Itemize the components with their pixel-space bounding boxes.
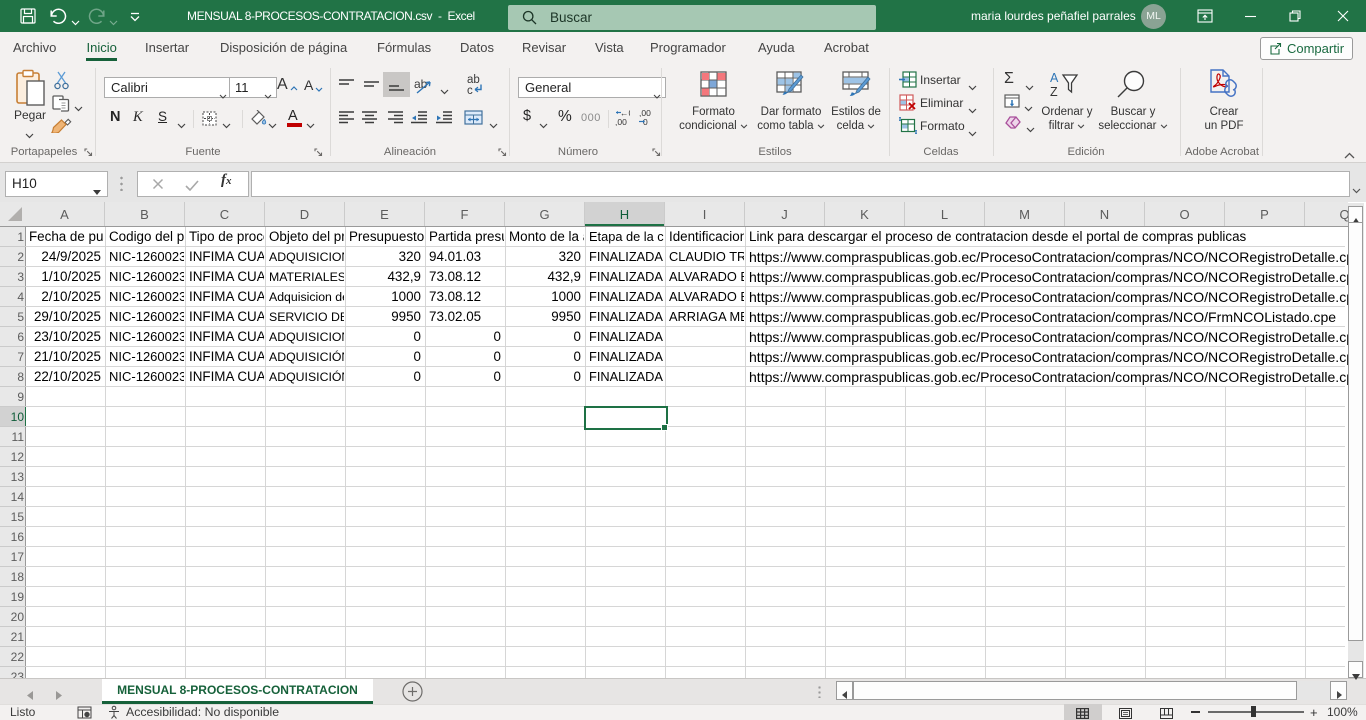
svg-text:,00: ,00 xyxy=(615,117,627,126)
svg-text:Z: Z xyxy=(1050,85,1058,99)
svg-text:A: A xyxy=(1050,71,1059,85)
svg-text:c: c xyxy=(467,85,473,95)
